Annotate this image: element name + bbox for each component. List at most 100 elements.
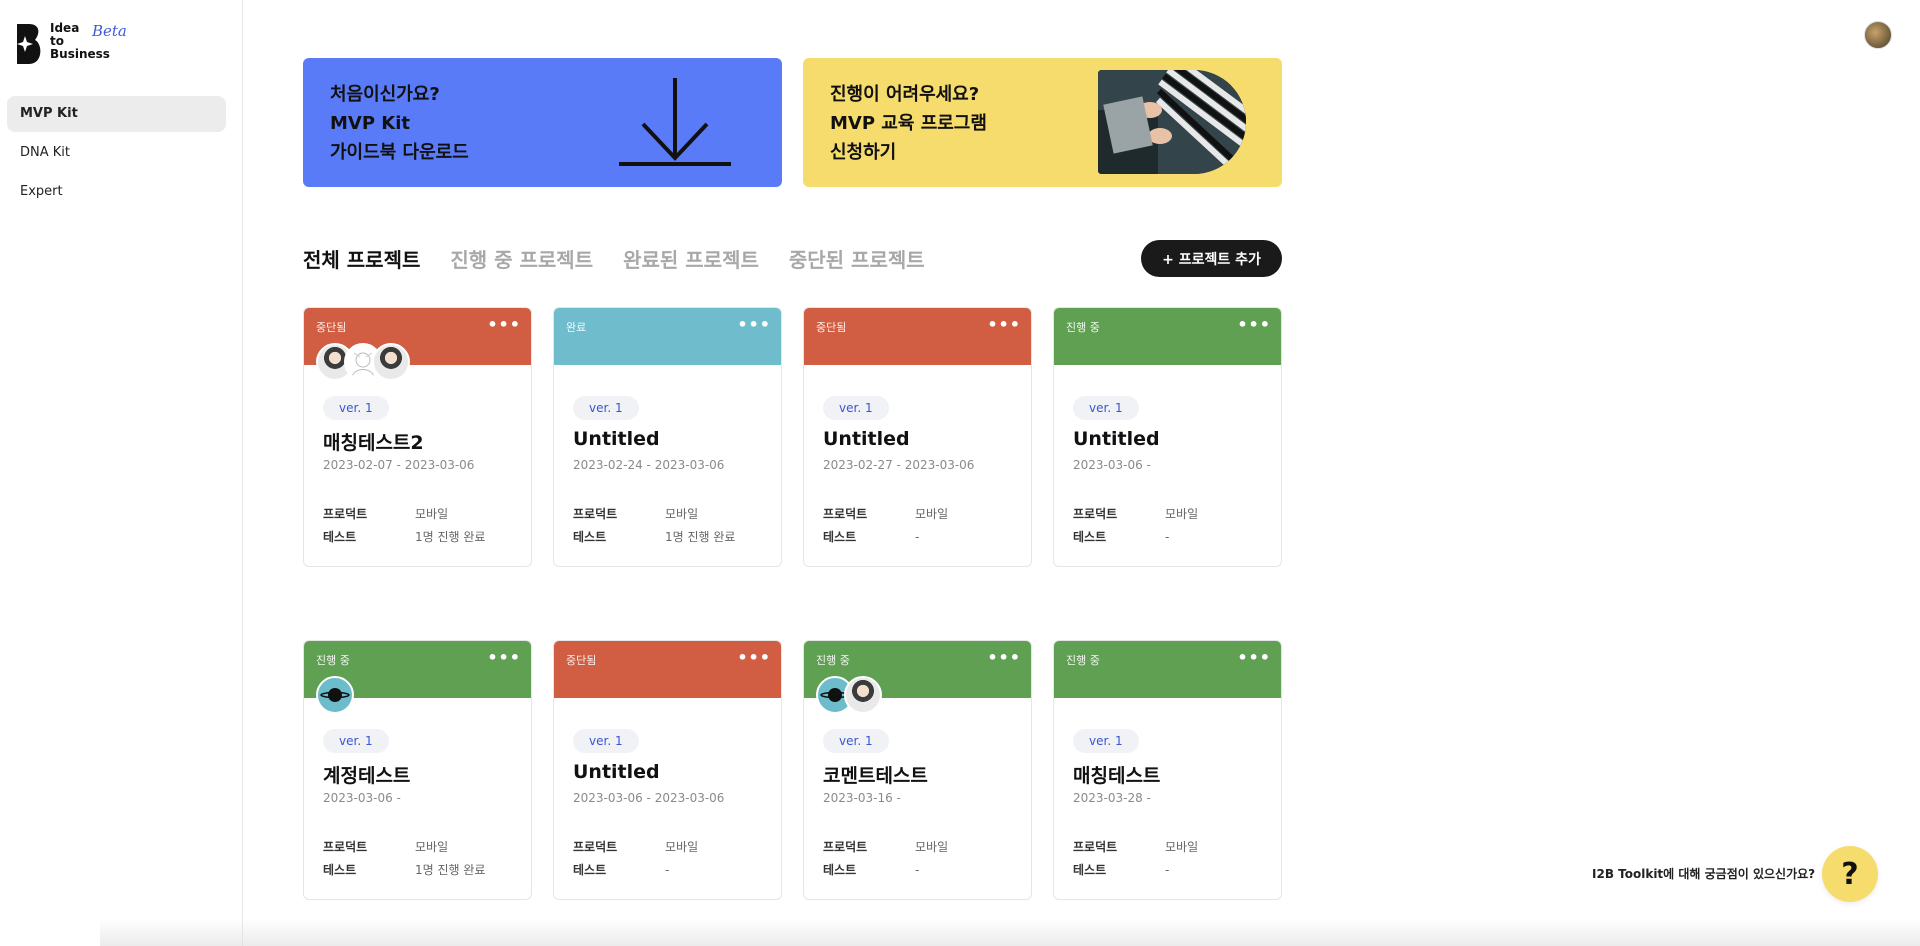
avatar bbox=[844, 676, 882, 714]
guide-banner-text: 처음이신가요? MVP Kit 가이드북 다운로드 bbox=[330, 84, 469, 163]
logo-line-3: Business bbox=[50, 47, 110, 61]
meta-label: 프로덕트 bbox=[323, 840, 368, 854]
project-card-header: 진행 중 ••• bbox=[1054, 308, 1281, 365]
project-card[interactable]: 중단됨 ••• ver. 1 Untitled 2023-03-06 - 2023-03… bbox=[553, 640, 782, 900]
project-title: Untitled bbox=[823, 428, 910, 450]
logo-beta: Beta bbox=[92, 22, 127, 40]
status-badge: 진행 중 bbox=[1066, 321, 1100, 334]
project-date-range: 2023-02-27 - 2023-03-06 bbox=[823, 458, 975, 472]
planet-avatar-icon bbox=[320, 688, 350, 702]
member-avatars bbox=[816, 676, 882, 714]
meta-value: 모바일 bbox=[665, 507, 699, 521]
avatar bbox=[316, 676, 354, 714]
project-date-range: 2023-03-28 - bbox=[1073, 791, 1151, 805]
meta-value: 모바일 bbox=[415, 840, 449, 854]
project-card[interactable]: 진행 중 ••• ver. 1 Untitled 2023-03-06 - 프로덕트 모바일… bbox=[1053, 307, 1282, 567]
version-badge: ver. 1 bbox=[573, 729, 639, 753]
tab-all-projects[interactable]: 전체 프로젝트 bbox=[303, 244, 420, 273]
project-date-range: 2023-02-07 - 2023-03-06 bbox=[323, 458, 475, 472]
laptop-photo-illustration bbox=[1098, 70, 1246, 174]
project-date-range: 2023-03-06 - bbox=[1073, 458, 1151, 472]
project-title: Untitled bbox=[1073, 428, 1160, 450]
add-project-button[interactable]: + 프로젝트 추가 bbox=[1141, 240, 1282, 277]
guide-download-banner[interactable]: 처음이신가요? MVP Kit 가이드북 다운로드 bbox=[303, 58, 782, 187]
more-options-icon[interactable]: ••• bbox=[987, 315, 1021, 334]
project-card-header: 중단됨 ••• bbox=[804, 308, 1031, 365]
sidebar-item-mvp-kit[interactable]: MVP Kit bbox=[7, 96, 226, 132]
sidebar-item-dna-kit[interactable]: DNA Kit bbox=[7, 135, 226, 171]
project-card[interactable]: 진행 중 ••• ver. 1 매칭테스트 2023-03-28 - 프로덕트 모바일 테스트… bbox=[1053, 640, 1282, 900]
project-title: Untitled bbox=[573, 428, 660, 450]
meta-label: 프로덕트 bbox=[573, 507, 618, 521]
project-title: 매칭테스트 bbox=[1073, 765, 1161, 787]
project-card-header: 진행 중 ••• bbox=[1054, 641, 1281, 698]
version-badge: ver. 1 bbox=[823, 729, 889, 753]
project-card[interactable]: 완료 ••• ver. 1 Untitled 2023-02-24 - 2023-03-… bbox=[553, 307, 782, 567]
laptop-photo bbox=[1098, 70, 1246, 174]
meta-label: 테스트 bbox=[573, 863, 607, 877]
sidebar-item-expert[interactable]: Expert bbox=[7, 174, 226, 210]
project-date-range: 2023-03-16 - bbox=[823, 791, 901, 805]
more-options-icon[interactable]: ••• bbox=[737, 315, 771, 334]
user-avatar[interactable] bbox=[1864, 21, 1892, 49]
project-tabs: 전체 프로젝트 진행 중 프로젝트 완료된 프로젝트 중단된 프로젝트 bbox=[303, 244, 955, 273]
meta-label: 테스트 bbox=[323, 530, 357, 544]
more-options-icon[interactable]: ••• bbox=[987, 648, 1021, 667]
meta-label: 프로덕트 bbox=[1073, 507, 1118, 521]
status-badge: 진행 중 bbox=[816, 654, 850, 667]
status-badge: 중단됨 bbox=[316, 321, 347, 334]
meta-value: - bbox=[915, 863, 920, 877]
project-card[interactable]: 진행 중 ••• ver. 1 코멘트테스트 2023-03-16 - 프로덕트 모바일 테스… bbox=[803, 640, 1032, 900]
help-prompt-text: I2B Toolkit에 대해 궁금점이 있으신가요? bbox=[1592, 867, 1816, 881]
meta-label: 프로덕트 bbox=[323, 507, 368, 521]
sidebar-nav: MVP Kit DNA Kit Expert bbox=[7, 96, 226, 213]
status-badge: 진행 중 bbox=[1066, 654, 1100, 667]
bottom-shade bbox=[100, 918, 1920, 946]
meta-label: 프로덕트 bbox=[823, 840, 868, 854]
more-options-icon[interactable]: ••• bbox=[1237, 648, 1271, 667]
meta-value: 모바일 bbox=[665, 840, 699, 854]
project-card-header: 완료 ••• bbox=[554, 308, 781, 365]
logo-b-icon bbox=[17, 24, 41, 64]
tab-completed-projects[interactable]: 완료된 프로젝트 bbox=[623, 244, 759, 273]
meta-label: 프로덕트 bbox=[1073, 840, 1118, 854]
project-title: 매칭테스트2 bbox=[323, 432, 424, 454]
project-card[interactable]: 중단됨 ••• ver. 1 Untitled 2023-02-27 - 2023-03… bbox=[803, 307, 1032, 567]
project-card[interactable]: 진행 중 ••• ver. 1 계정테스트 2023-03-06 - 프로덕트 모바일 테스트… bbox=[303, 640, 532, 900]
meta-label: 테스트 bbox=[1073, 863, 1107, 877]
project-meta-test: 테스트 1명 진행 완료 bbox=[323, 528, 485, 545]
meta-value: 모바일 bbox=[915, 507, 949, 521]
project-meta-product: 프로덕트 모바일 bbox=[1073, 838, 1198, 855]
project-meta-test: 테스트 - bbox=[573, 861, 669, 878]
project-title: 코멘트테스트 bbox=[823, 765, 928, 787]
status-badge: 완료 bbox=[566, 321, 587, 334]
more-options-icon[interactable]: ••• bbox=[487, 315, 521, 334]
more-options-icon[interactable]: ••• bbox=[737, 648, 771, 667]
more-options-icon[interactable]: ••• bbox=[487, 648, 521, 667]
project-date-range: 2023-03-06 - bbox=[323, 791, 401, 805]
version-badge: ver. 1 bbox=[323, 729, 389, 753]
tab-stopped-projects[interactable]: 중단된 프로젝트 bbox=[789, 244, 925, 273]
help-button[interactable]: ? bbox=[1822, 846, 1878, 902]
project-meta-product: 프로덕트 모바일 bbox=[323, 838, 448, 855]
project-meta-product: 프로덕트 모바일 bbox=[823, 838, 948, 855]
project-meta-product: 프로덕트 모바일 bbox=[823, 505, 948, 522]
status-badge: 중단됨 bbox=[566, 654, 597, 667]
version-badge: ver. 1 bbox=[1073, 396, 1139, 420]
meta-value: - bbox=[915, 530, 920, 544]
meta-value: - bbox=[665, 863, 670, 877]
project-meta-test: 테스트 1명 진행 완료 bbox=[573, 528, 735, 545]
more-options-icon[interactable]: ••• bbox=[1237, 315, 1271, 334]
meta-value: 1명 진행 완료 bbox=[665, 530, 736, 544]
project-meta-test: 테스트 - bbox=[823, 528, 919, 545]
meta-label: 테스트 bbox=[1073, 530, 1107, 544]
education-program-banner[interactable]: 진행이 어려우세요? MVP 교육 프로그램 신청하기 bbox=[803, 58, 1282, 187]
meta-label: 프로덕트 bbox=[823, 507, 868, 521]
tab-in-progress-projects[interactable]: 진행 중 프로젝트 bbox=[450, 244, 593, 273]
project-card[interactable]: 중단됨 ••• ver. 1 매칭테스트2 2023-02-07 - 2023-03-0… bbox=[303, 307, 532, 567]
member-avatars bbox=[316, 676, 354, 714]
status-badge: 진행 중 bbox=[316, 654, 350, 667]
project-card-header: 진행 중 ••• bbox=[804, 641, 1031, 714]
project-meta-product: 프로덕트 모바일 bbox=[323, 505, 448, 522]
project-meta-product: 프로덕트 모바일 bbox=[573, 505, 698, 522]
